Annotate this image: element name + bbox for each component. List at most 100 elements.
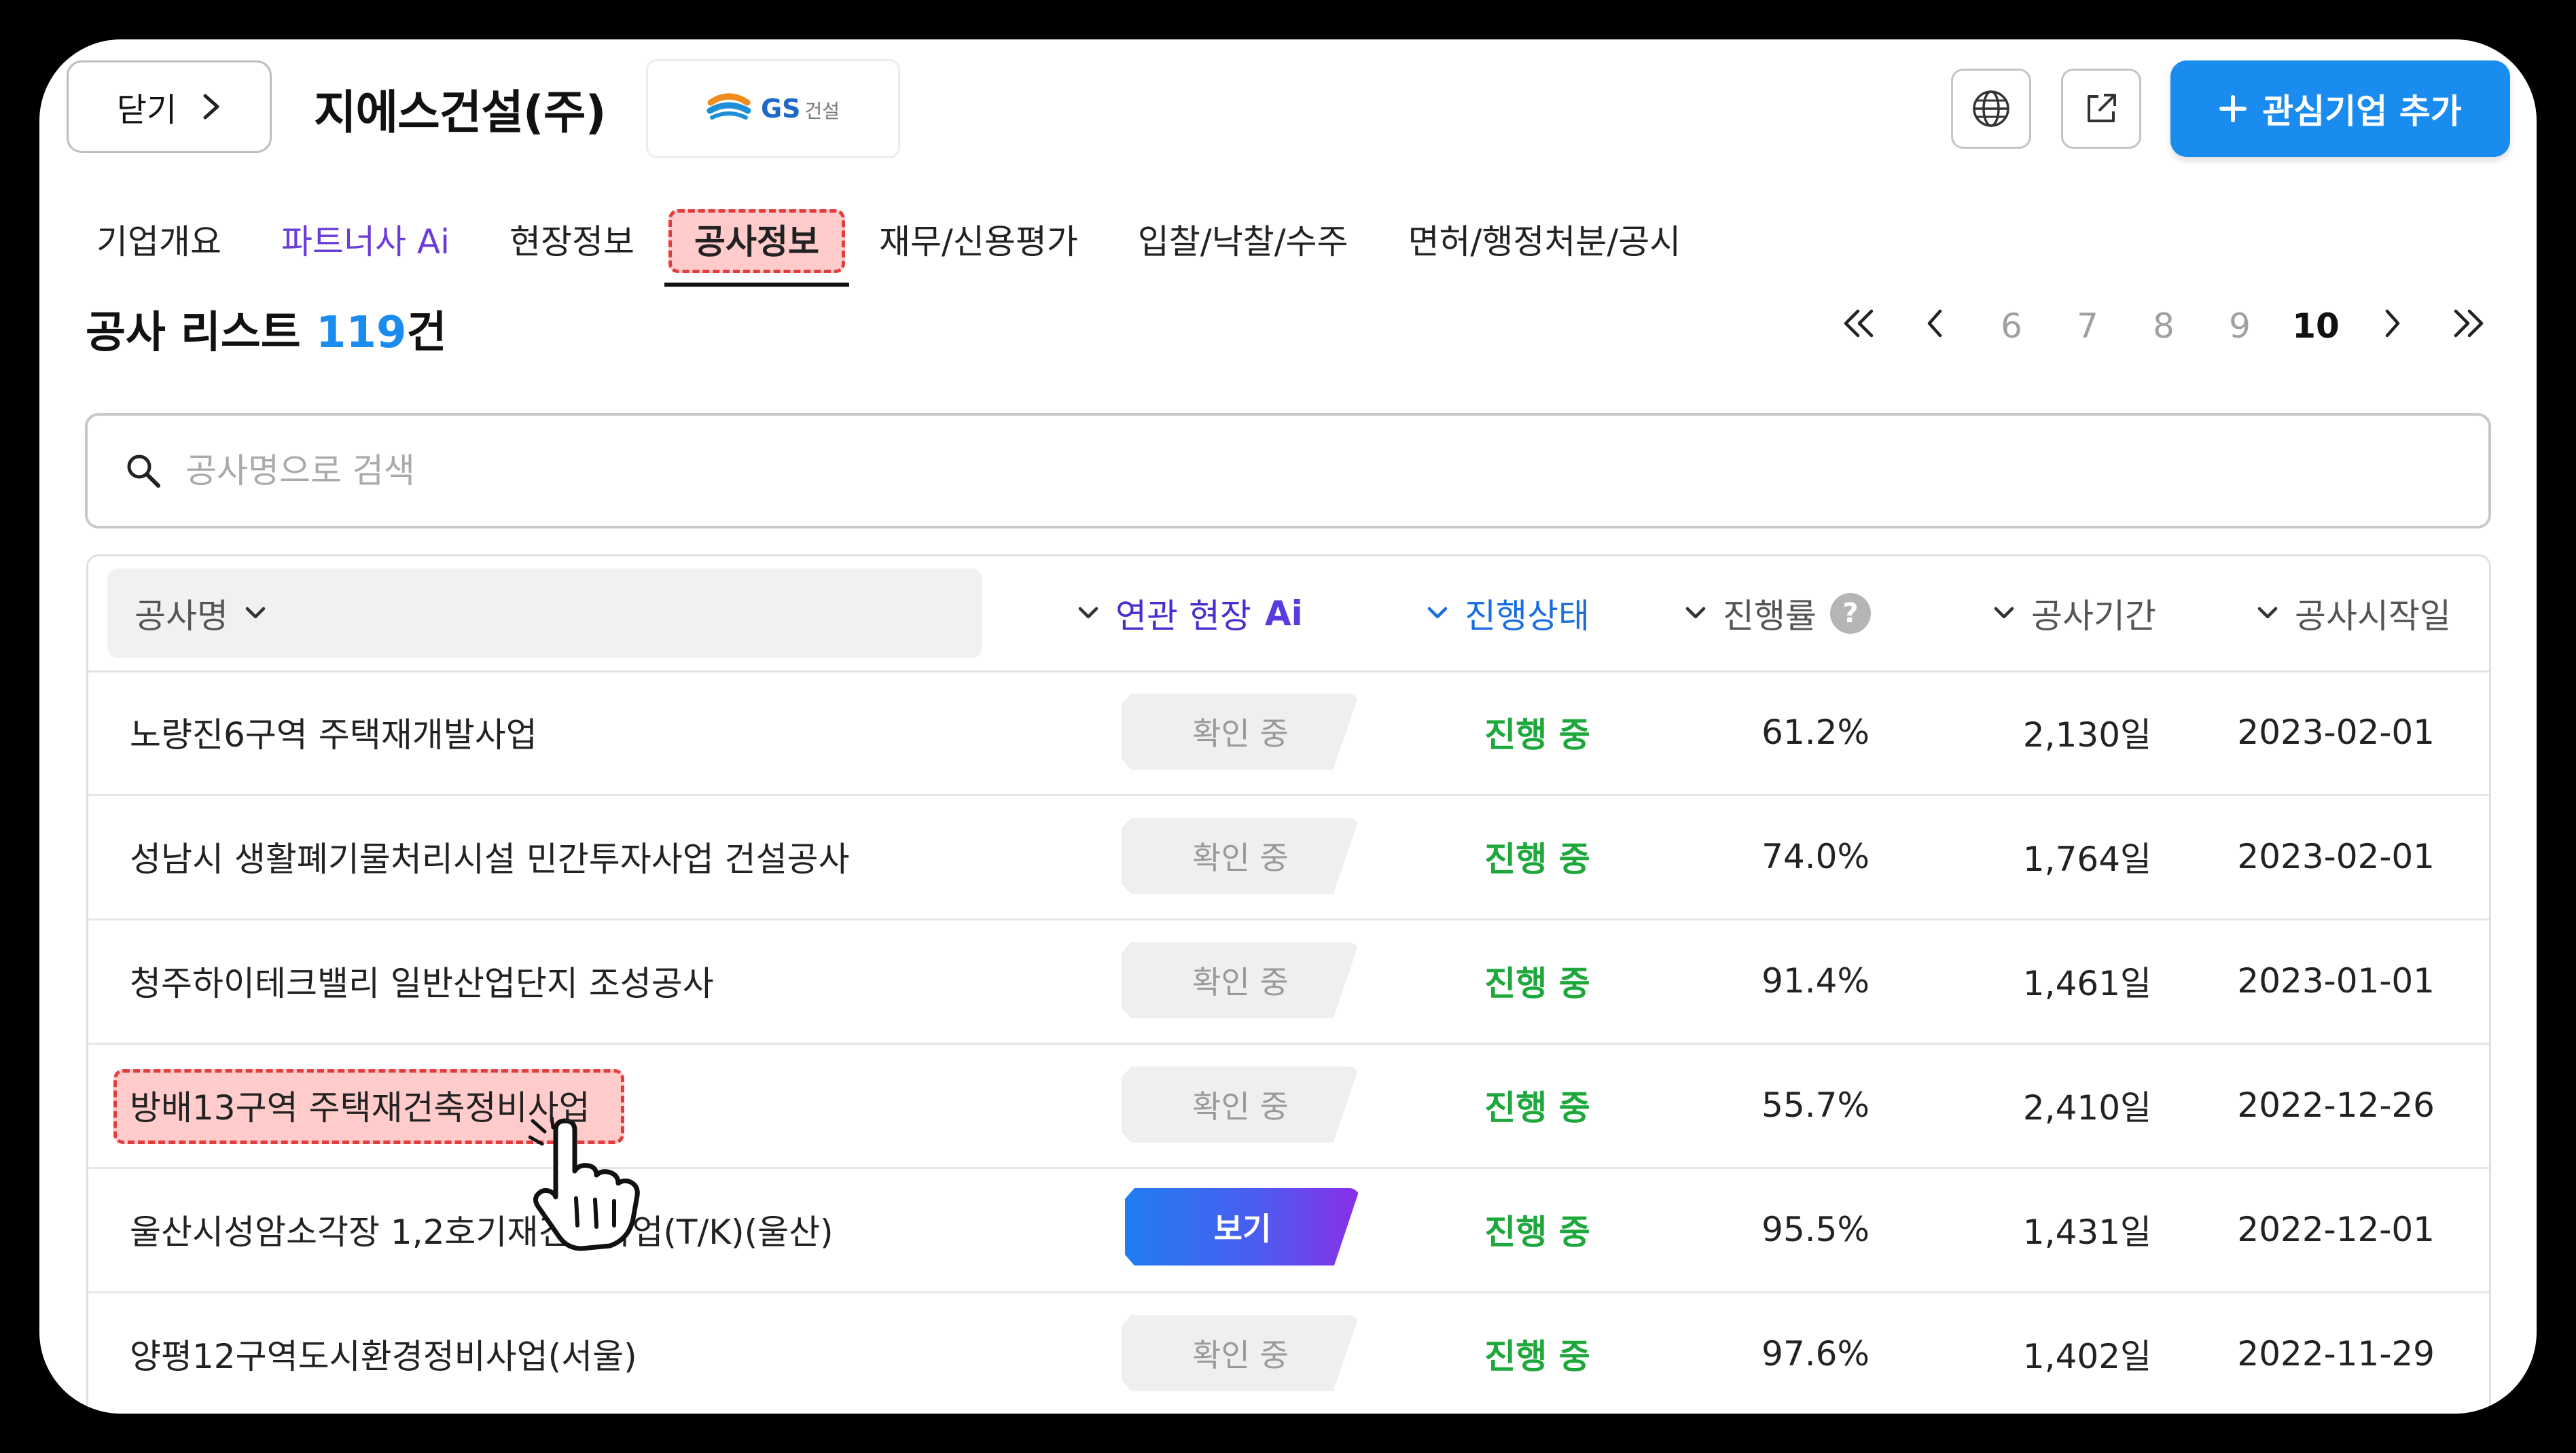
last-page-button[interactable] xyxy=(2430,303,2506,349)
tab-bar: 기업개요 파트너사 Ai 현장정보 공사정보 재무/신용평가 입찰/낙찰/수주 … xyxy=(67,208,1711,287)
page-10-current[interactable]: 10 xyxy=(2278,306,2354,346)
table-row[interactable]: 울산시성암소각장 1,2호기재건립사업(T/K)(울산) 보기 진행 중 95.… xyxy=(88,1168,2489,1293)
construction-table: 공사명 연관 현장 Ai 진행상태 진행률 ? 공사기간 공사시작일 노량진6구… xyxy=(86,554,2491,1414)
external-link-button[interactable] xyxy=(2061,69,2141,149)
pagination: 6 7 8 9 10 xyxy=(1821,298,2506,355)
search-box xyxy=(85,413,2491,528)
related-site-badge: 확인 중 xyxy=(1122,1315,1359,1391)
chevron-down-icon xyxy=(245,607,266,619)
table-header: 공사명 연관 현장 Ai 진행상태 진행률 ? 공사기간 공사시작일 xyxy=(88,556,2489,672)
status-text: 진행 중 xyxy=(1484,1088,1590,1128)
add-button-label: 관심기업 추가 xyxy=(2262,92,2462,131)
page-6[interactable]: 6 xyxy=(1973,306,2050,346)
prev-page-button[interactable] xyxy=(1897,303,1973,349)
company-logo: GS 건설 xyxy=(646,59,900,158)
column-header-start-date[interactable]: 공사시작일 xyxy=(2254,556,2451,670)
first-page-button[interactable] xyxy=(1821,303,1897,349)
view-button[interactable]: 보기 xyxy=(1125,1188,1360,1266)
list-count-unit: 건 xyxy=(406,308,447,358)
start-date: 2022-11-29 xyxy=(2237,1334,2435,1374)
start-date: 2022-12-26 xyxy=(2237,1086,2435,1125)
progress-rate: 61.2% xyxy=(1761,713,1870,752)
chevron-right-icon xyxy=(203,94,219,120)
globe-button[interactable] xyxy=(1951,69,2031,149)
related-site-badge: 확인 중 xyxy=(1122,1066,1359,1143)
column-progress-label: 진행률 xyxy=(1723,596,1817,636)
related-site-badge: 확인 중 xyxy=(1122,818,1359,894)
progress-rate: 91.4% xyxy=(1761,961,1870,1001)
status-text: 진행 중 xyxy=(1484,840,1590,879)
plus-icon xyxy=(2219,95,2247,122)
table-row[interactable]: 양평12구역도시환경정비사업(서울) 확인 중 진행 중 97.6% 1,402… xyxy=(88,1292,2489,1414)
chevron-right-icon xyxy=(2385,309,2400,338)
page-8[interactable]: 8 xyxy=(2126,306,2202,346)
tab-finance-credit[interactable]: 재무/신용평가 xyxy=(849,208,1108,276)
table-row[interactable]: 청주하이테크밸리 일반산업단지 조성공사 확인 중 진행 중 91.4% 1,4… xyxy=(88,919,2489,1045)
tab-partner-ai[interactable]: 파트너사 Ai xyxy=(251,208,480,276)
status-text: 진행 중 xyxy=(1484,1337,1590,1376)
column-header-status[interactable]: 진행상태 xyxy=(1424,556,1590,670)
project-name[interactable]: 울산시성암소각장 1,2호기재건립사업(T/K)(울산) xyxy=(130,1168,834,1291)
table-row[interactable]: 성남시 생활폐기물처리시설 민간투자사업 건설공사 확인 중 진행 중 74.0… xyxy=(88,795,2489,920)
logo-brand: GS xyxy=(760,94,801,124)
column-start-label: 공사시작일 xyxy=(2295,596,2451,636)
company-name: 지에스건설(주) xyxy=(314,86,607,140)
tab-company-overview[interactable]: 기업개요 xyxy=(67,208,251,276)
chevron-down-icon xyxy=(1994,607,2014,619)
column-header-progress[interactable]: 진행률 ? xyxy=(1682,556,1871,670)
status-text: 진행 중 xyxy=(1484,1213,1590,1252)
column-name-label: 공사명 xyxy=(135,596,228,636)
external-link-icon xyxy=(2088,94,2116,122)
table-row[interactable]: 노량진6구역 주택재개발사업 확인 중 진행 중 61.2% 2,130일 20… xyxy=(88,670,2489,796)
column-header-period[interactable]: 공사기간 xyxy=(1990,556,2156,670)
status-text: 진행 중 xyxy=(1484,715,1590,755)
close-label: 닫기 xyxy=(116,91,177,129)
list-title-text: 공사 리스트 xyxy=(86,308,301,358)
chevron-down-icon xyxy=(1685,607,1706,619)
project-name[interactable]: 성남시 생활폐기물처리시설 민간투자사업 건설공사 xyxy=(130,795,850,918)
column-header-name[interactable]: 공사명 xyxy=(107,569,982,658)
double-chevron-right-icon xyxy=(2454,309,2484,338)
tab-construction-info[interactable]: 공사정보 xyxy=(664,208,849,287)
tab-bidding[interactable]: 입찰/낙찰/수주 xyxy=(1108,208,1378,276)
column-header-related-site[interactable]: 연관 현장 Ai xyxy=(1075,556,1303,670)
tab-construction-info-label: 공사정보 xyxy=(694,222,819,262)
progress-rate: 74.0% xyxy=(1761,837,1870,876)
add-interest-company-button[interactable]: 관심기업 추가 xyxy=(2170,60,2510,157)
next-page-button[interactable] xyxy=(2354,303,2430,349)
construction-period: 1,431일 xyxy=(2022,1213,2151,1252)
table-row-highlighted[interactable]: 방배13구역 주택재건축정비사업 확인 중 진행 중 55.7% 2,410일 … xyxy=(88,1043,2489,1169)
project-name[interactable]: 양평12구역도시환경정비사업(서울) xyxy=(130,1292,637,1414)
construction-period: 1,402일 xyxy=(2022,1337,2151,1376)
construction-period: 1,764일 xyxy=(2022,840,2151,879)
list-title: 공사 리스트 119건 xyxy=(86,298,446,360)
column-status-label: 진행상태 xyxy=(1465,596,1590,636)
search-input[interactable] xyxy=(184,450,2361,491)
close-button[interactable]: 닫기 xyxy=(67,60,272,153)
start-date: 2023-02-01 xyxy=(2237,837,2435,876)
related-site-badge: 확인 중 xyxy=(1122,694,1359,770)
column-related-ai-label: Ai xyxy=(1264,594,1303,633)
progress-rate: 95.5% xyxy=(1761,1210,1870,1249)
progress-rate: 97.6% xyxy=(1761,1334,1870,1374)
tab-license-disclosure[interactable]: 면허/행정처분/공시 xyxy=(1378,208,1711,276)
related-site-badge: 확인 중 xyxy=(1122,942,1359,1018)
project-name[interactable]: 청주하이테크밸리 일반산업단지 조성공사 xyxy=(130,919,714,1043)
help-icon[interactable]: ? xyxy=(1830,593,1871,634)
globe-icon xyxy=(1973,90,2009,127)
start-date: 2023-02-01 xyxy=(2237,713,2435,752)
logo-sub: 건설 xyxy=(804,100,840,122)
project-name[interactable]: 노량진6구역 주택재개발사업 xyxy=(130,670,537,794)
list-count: 119 xyxy=(315,308,407,358)
status-text: 진행 중 xyxy=(1484,964,1590,1003)
column-period-label: 공사기간 xyxy=(2031,596,2156,636)
chevron-down-icon xyxy=(2257,607,2278,619)
chevron-down-icon xyxy=(1427,607,1448,619)
start-date: 2023-01-01 xyxy=(2237,961,2435,1001)
page-9[interactable]: 9 xyxy=(2202,306,2278,346)
project-name[interactable]: 방배13구역 주택재건축정비사업 xyxy=(130,1043,590,1167)
column-related-label: 연관 현장 xyxy=(1115,596,1251,636)
construction-period: 1,461일 xyxy=(2022,964,2151,1003)
tab-site-info[interactable]: 현장정보 xyxy=(480,208,664,276)
page-7[interactable]: 7 xyxy=(2050,306,2126,346)
